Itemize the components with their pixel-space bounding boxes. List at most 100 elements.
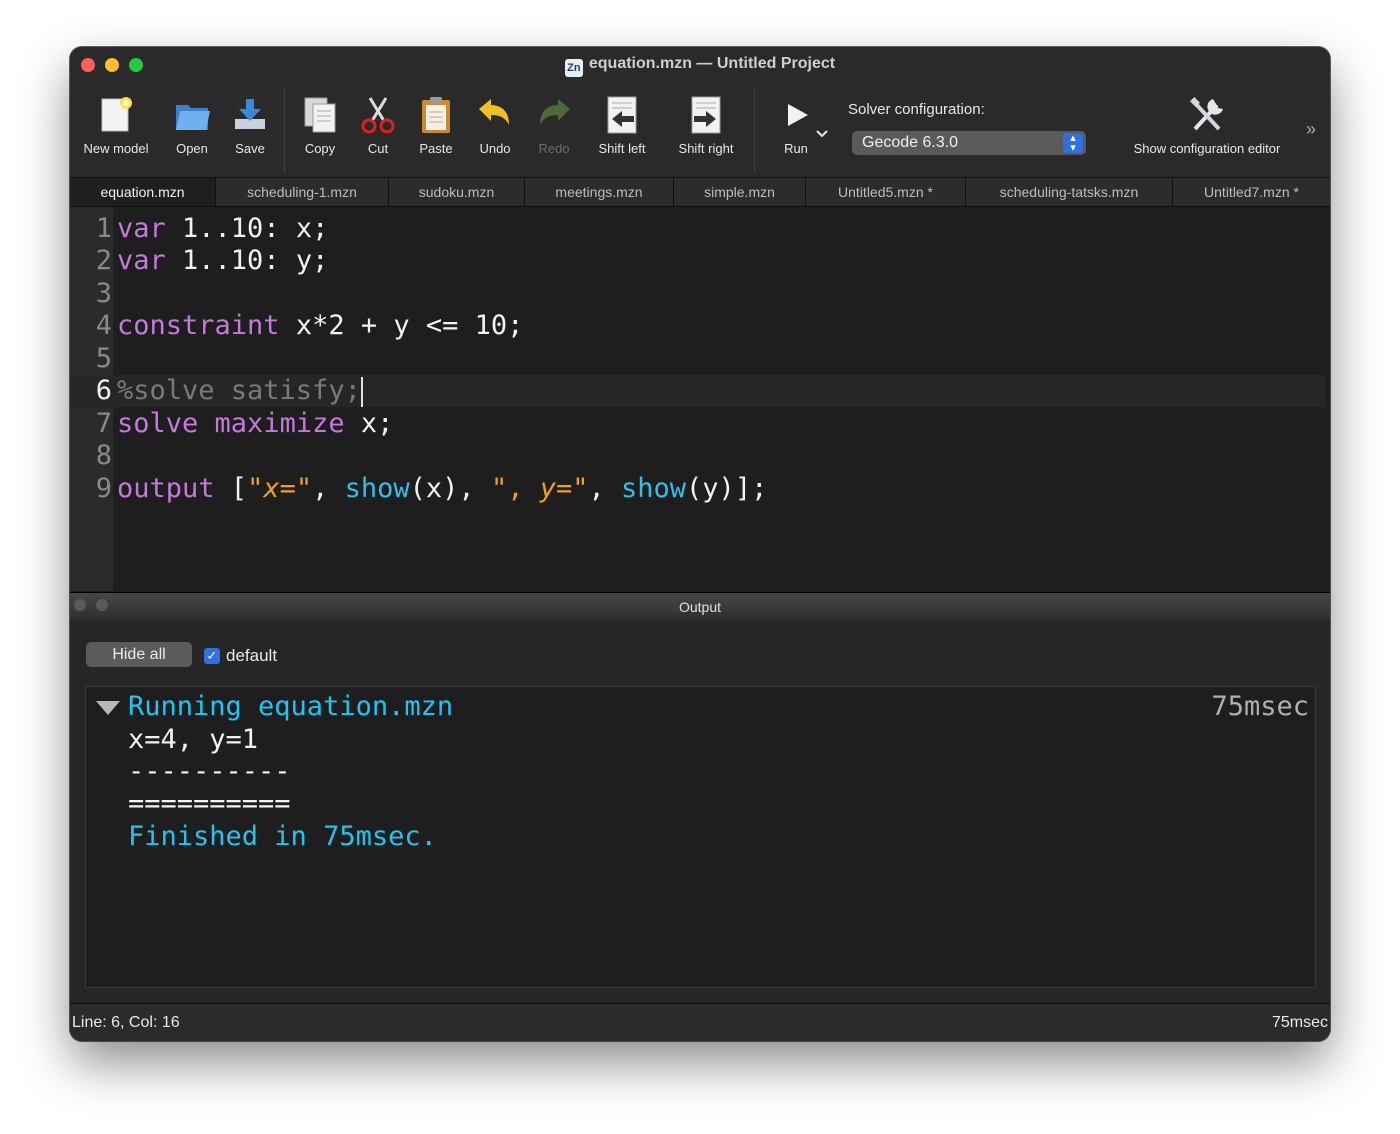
undo-arrow-icon [479, 99, 509, 125]
function-name: show [344, 473, 410, 504]
disclosure-triangle-icon[interactable] [96, 701, 120, 715]
finished-message: Finished in 75msec. [128, 821, 437, 852]
code-text: 1..10: y; [165, 245, 329, 276]
cut-label: Cut [367, 141, 389, 156]
window-title-text: equation.mzn — Untitled Project [588, 55, 836, 72]
line-number: 8 [95, 440, 112, 471]
solver-config-label: Solver configuration: [848, 101, 985, 118]
search-complete-marker: ========== [128, 788, 291, 819]
string: " [247, 473, 264, 504]
solver-config-select[interactable]: Gecode 6.3.0 ▴ ▾ [852, 131, 1086, 155]
string: " [295, 473, 313, 504]
tools-icon [1190, 97, 1223, 131]
shift-left-button[interactable]: Shift left [590, 95, 654, 156]
redo-button[interactable]: Redo [530, 95, 578, 156]
line-number: 7 [95, 408, 112, 439]
solution-output: x=4, y=1 [128, 724, 259, 755]
run-button[interactable]: Run [772, 95, 820, 156]
chevron-down-icon [816, 130, 828, 138]
title-bar: Zn equation.mzn — Untitled Project New mo… [70, 47, 1330, 178]
code-line[interactable]: 1 var 1..10: x; [70, 213, 1326, 245]
text-cursor [360, 376, 363, 407]
output-log[interactable]: Running equation.mzn 75msec x=4, y=1 ---… [85, 686, 1316, 988]
function-name: show [621, 473, 687, 504]
toolbar-separator [754, 89, 756, 173]
window-title: Zn equation.mzn — Untitled Project [70, 55, 1330, 77]
line-number: 3 [95, 278, 112, 309]
hide-all-button[interactable]: Hide all [86, 642, 192, 667]
show-config-editor-label: Show configuration editor [1133, 141, 1281, 156]
shift-right-button[interactable]: Shift right [670, 95, 742, 156]
code-line[interactable]: 5 [70, 343, 1326, 375]
redo-arrow-icon [540, 99, 570, 125]
code-text: , [588, 473, 622, 504]
default-checkbox-label[interactable]: default [226, 646, 277, 666]
run-options-button[interactable] [814, 127, 830, 144]
play-icon [788, 104, 808, 126]
keyword: output [117, 473, 215, 504]
new-model-button[interactable]: New model [80, 95, 152, 156]
paste-button[interactable]: Paste [412, 95, 460, 156]
output-panel: Hide all ✓ default Running equation.mzn … [70, 621, 1330, 1002]
code-line[interactable]: 4 constraint x*2 + y <= 10; [70, 310, 1326, 342]
line-number: 9 [95, 473, 112, 504]
code-line[interactable]: 2 var 1..10: y; [70, 245, 1326, 277]
line-number: 2 [95, 245, 112, 276]
save-disk-icon [235, 99, 265, 129]
string: " [572, 473, 589, 504]
open-label: Open [176, 141, 208, 156]
select-arrows-icon: ▴ ▾ [1063, 133, 1083, 154]
open-button[interactable]: Open [168, 95, 216, 156]
code-line[interactable]: 8 [70, 440, 1326, 472]
shift-left-label: Shift left [598, 141, 646, 156]
cut-button[interactable]: Cut [354, 95, 402, 156]
undo-button[interactable]: Undo [471, 95, 519, 156]
toolbar-overflow-button[interactable]: » [1306, 119, 1316, 140]
keyword: constraint [117, 310, 280, 341]
output-panel-title: Output [678, 599, 722, 615]
code-text: , [312, 473, 345, 504]
keyword: solve [117, 408, 199, 439]
keyword: var [117, 213, 166, 244]
tab-scheduling-tatsks[interactable]: scheduling-tatsks.mzn [965, 178, 1172, 206]
tab-simple[interactable]: simple.mzn [673, 178, 805, 206]
code-line[interactable]: 9 output ["x=", show(x), ", y=", show(y)]… [70, 473, 1326, 505]
default-checkbox[interactable]: ✓ [204, 648, 220, 664]
copy-button[interactable]: Copy [296, 95, 344, 156]
shift-left-icon [607, 96, 637, 134]
undo-label: Undo [479, 141, 511, 156]
string: y= [539, 473, 573, 504]
paste-label: Paste [419, 141, 453, 156]
tab-equation[interactable]: equation.mzn [70, 178, 215, 206]
save-label: Save [235, 141, 265, 156]
code-line[interactable]: 7 solve maximize x; [70, 408, 1326, 440]
copy-label: Copy [304, 141, 336, 156]
solver-config-value: Gecode 6.3.0 [862, 134, 959, 151]
line-number: 1 [95, 213, 112, 244]
save-button[interactable]: Save [226, 95, 274, 156]
tab-meetings[interactable]: meetings.mzn [524, 178, 673, 206]
code-line[interactable]: 3 [70, 278, 1326, 310]
new-document-icon [101, 97, 132, 132]
folder-icon [176, 105, 210, 130]
scissors-icon [361, 97, 395, 134]
code-line-current[interactable]: 6 %solve satisfy; [70, 375, 1326, 407]
output-panel-header[interactable]: Output [70, 592, 1330, 622]
tab-scheduling-1[interactable]: scheduling-1.mzn [215, 178, 388, 206]
status-time: 75msec [1271, 1014, 1328, 1031]
tab-untitled7[interactable]: Untitled7.mzn * [1172, 178, 1330, 206]
code-text: x*2 + y <= 10; [279, 310, 524, 341]
copy-icon [304, 97, 336, 133]
tab-bar: equation.mzn scheduling-1.mzn sudoku.mzn… [70, 178, 1330, 207]
toolbar-separator [284, 89, 286, 173]
code-text: [ [214, 473, 248, 504]
code-text: (y)]; [686, 473, 768, 504]
redo-label: Redo [538, 141, 570, 156]
code-editor[interactable]: 1 var 1..10: x; 2 var 1..10: y; 3 4 constra… [70, 207, 1330, 591]
code-text: x; [344, 408, 394, 439]
show-config-editor-button[interactable]: Show configuration editor [1122, 95, 1292, 156]
shift-right-label: Shift right [678, 141, 734, 156]
tab-sudoku[interactable]: sudoku.mzn [388, 178, 524, 206]
tab-untitled5[interactable]: Untitled5.mzn * [805, 178, 965, 206]
